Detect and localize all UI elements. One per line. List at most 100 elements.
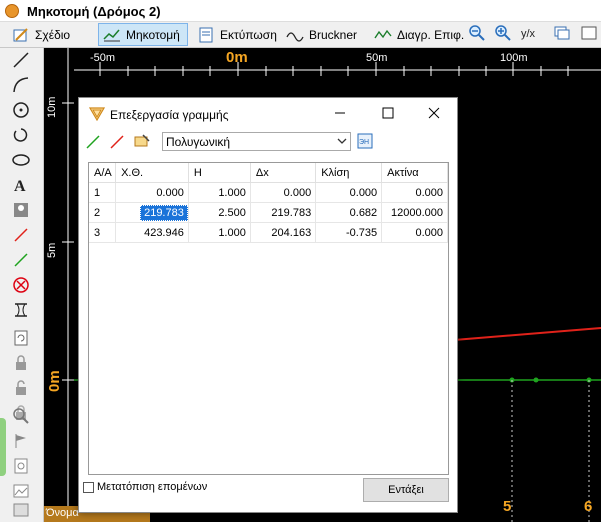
tab-drawing[interactable]: Σχέδιο	[8, 23, 74, 46]
settings-icon	[133, 134, 151, 154]
col-header-radius[interactable]: Ακτίνα	[381, 163, 448, 183]
svg-text:A: A	[14, 178, 26, 194]
cell-slope[interactable]: 0.000	[315, 182, 383, 203]
delete-circle-icon	[12, 276, 30, 297]
col-header-elevation[interactable]: Η	[188, 163, 251, 183]
cell-index[interactable]: 2	[89, 202, 117, 223]
table-view-button[interactable]	[580, 23, 601, 46]
rotate-tool[interactable]	[10, 125, 32, 147]
scale-yx-button[interactable]: y/x	[520, 23, 542, 46]
tab-bruckner[interactable]: Bruckner	[282, 23, 361, 46]
lock-icon	[12, 354, 30, 375]
zoom-out-button[interactable]	[468, 23, 490, 46]
arc-tool[interactable]	[10, 75, 32, 97]
name-field-label: Όνομα	[46, 507, 79, 519]
refresh-doc-icon	[12, 329, 30, 350]
refresh-tool[interactable]	[10, 328, 32, 350]
cell-elevation[interactable]: 2.500	[188, 202, 251, 223]
cell-index[interactable]: 3	[89, 222, 117, 243]
cell-dx[interactable]: 219.783	[250, 202, 317, 223]
minimize-button[interactable]	[325, 103, 355, 125]
hruler-label-50m: 50m	[366, 52, 388, 64]
green-line-tool[interactable]	[10, 250, 32, 272]
maximize-button[interactable]	[373, 103, 403, 125]
zoom-tool[interactable]	[10, 406, 32, 428]
tab-drawing-label: Σχέδιο	[35, 27, 71, 42]
tab-profile[interactable]: Μηκοτομή	[98, 23, 188, 46]
hruler-label-neg50m: -50m	[90, 52, 116, 64]
svg-text:y/x: y/x	[521, 28, 536, 40]
green-pen-icon	[85, 135, 101, 153]
dimension-tool[interactable]	[10, 300, 32, 322]
ellipse-icon	[12, 151, 30, 172]
rotate-icon	[12, 126, 30, 147]
red-pen-button[interactable]	[109, 134, 125, 153]
green-pen-button[interactable]	[85, 134, 101, 153]
text-tool[interactable]: A	[10, 175, 32, 197]
window-button[interactable]	[553, 23, 575, 46]
cell-chainage[interactable]: 423.946	[115, 222, 189, 243]
hruler-label-100m: 100m	[500, 52, 528, 64]
zoom-in-button[interactable]	[494, 23, 516, 46]
image2-icon	[12, 501, 30, 522]
shift-next-checkbox[interactable]	[83, 481, 94, 493]
ok-button[interactable]: Εντάξει	[363, 478, 449, 502]
design-line	[453, 327, 601, 341]
col-header-index[interactable]: Α/Α	[89, 163, 117, 183]
zoom-in-icon	[494, 24, 512, 45]
unlock-tool[interactable]	[10, 378, 32, 400]
cell-radius[interactable]: 0.000	[381, 182, 448, 203]
app-logo-icon	[5, 4, 19, 18]
table-row[interactable]: 1 0.000 1.000 0.000 0.000 0.000	[89, 182, 448, 203]
settings-button[interactable]	[133, 133, 151, 154]
tab-profile-label: Μηκοτομή	[126, 27, 180, 42]
points-table: Α/Α Χ.Θ. Η Δx Κλίση Ακτίνα 1 0.000 1.000…	[88, 162, 449, 475]
tab-surface-diagram-label: Διαγρ. Επιφ.	[397, 27, 465, 42]
side-panel-tab[interactable]	[0, 418, 6, 476]
ellipse-tool[interactable]	[10, 150, 32, 172]
cell-radius[interactable]: 0.000	[381, 222, 448, 243]
lock-tool[interactable]	[10, 353, 32, 375]
table-row[interactable]: 2 219.783 2.500 219.783 0.682 12000.000	[89, 202, 448, 223]
line-tool[interactable]	[10, 50, 32, 72]
table-export-button[interactable]: ЭH	[357, 133, 373, 152]
horizontal-ruler: -50m 0m 50m 100m	[74, 48, 601, 76]
cell-elevation[interactable]: 1.000	[188, 182, 251, 203]
scale-yx-icon: y/x	[520, 25, 538, 44]
red-line-tool[interactable]	[10, 225, 32, 247]
col-header-chainage[interactable]: Χ.Θ.	[115, 163, 189, 183]
cell-chainage[interactable]: 0.000	[115, 182, 189, 203]
tab-bruckner-label: Bruckner	[309, 27, 358, 42]
image-tool[interactable]	[10, 200, 32, 222]
image2-tool[interactable]	[10, 500, 32, 522]
hruler-label-0m: 0m	[226, 49, 248, 66]
cell-chainage-selected[interactable]: 219.783	[115, 202, 189, 223]
zoom-out-icon	[468, 24, 486, 45]
cell-index[interactable]: 1	[89, 182, 117, 203]
cell-elevation[interactable]: 1.000	[188, 222, 251, 243]
tab-print-label: Εκτύπωση	[220, 27, 277, 42]
delete-tool[interactable]	[10, 275, 32, 297]
magnifier-icon	[12, 407, 30, 428]
flags-tool[interactable]	[10, 431, 32, 453]
vruler-label-5m: 5m	[46, 242, 58, 258]
selected-value[interactable]: 219.783	[140, 204, 188, 221]
col-header-dx[interactable]: Δx	[250, 163, 317, 183]
cell-dx[interactable]: 0.000	[250, 182, 317, 203]
line-type-select[interactable]: Πολυγωνική	[162, 132, 351, 151]
circle-tool[interactable]	[10, 100, 32, 122]
flags-icon	[12, 432, 30, 453]
close-button[interactable]	[419, 103, 449, 125]
cell-radius[interactable]: 12000.000	[381, 202, 448, 223]
tab-surface-diagram[interactable]: Διαγρ. Επιφ.	[370, 23, 468, 46]
cell-slope[interactable]: 0.682	[315, 202, 383, 223]
cell-slope[interactable]: -0.735	[315, 222, 383, 243]
table-row[interactable]: 3 423.946 1.000 204.163 -0.735 0.000	[89, 222, 448, 243]
tab-print[interactable]: Εκτύπωση	[193, 23, 281, 46]
shift-next-option[interactable]: Μετατόπιση επομένων	[83, 481, 207, 493]
search-tool[interactable]	[10, 456, 32, 478]
chevron-down-icon	[337, 135, 347, 150]
main-toolbar: Σχέδιο Μηκοτομή Εκτύπωση Bruckner Διαγρ.…	[0, 22, 601, 48]
col-header-slope[interactable]: Κλίση	[315, 163, 383, 183]
cell-dx[interactable]: 204.163	[250, 222, 317, 243]
